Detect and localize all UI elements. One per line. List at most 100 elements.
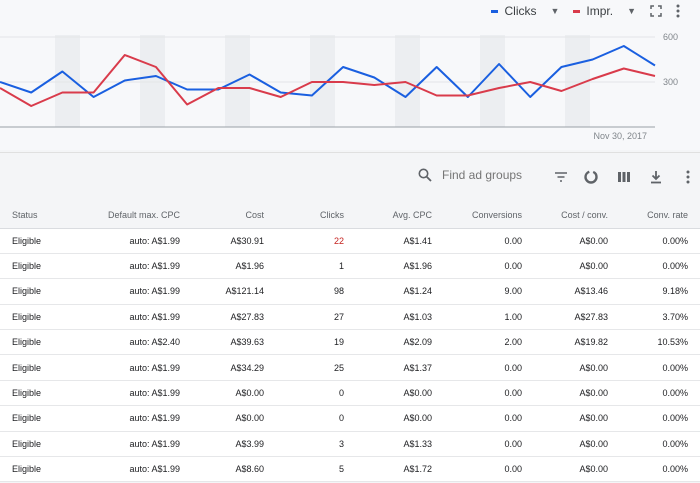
cost-per-conv-cell: A$0.00 [534, 431, 620, 458]
y-tick-label: 300 [663, 77, 678, 87]
table-row[interactable]: Eligible auto: A$2.40 A$39.63 19 A$2.09 … [0, 329, 700, 356]
more-icon[interactable] [677, 166, 699, 188]
table-row[interactable]: Eligible auto: A$1.99 A$27.83 27 A$1.03 … [0, 304, 700, 331]
status-cell: Eligible [0, 329, 96, 356]
conv-rate-cell: 0.00% [620, 253, 700, 280]
search-box[interactable] [418, 168, 552, 182]
cost-cell: A$121.14 [192, 278, 276, 305]
line-chart-svg: 600 300 Nov 30, 2017 [0, 32, 678, 141]
impressions-swatch [573, 9, 581, 13]
avg-cpc-cell: A$1.33 [364, 431, 444, 458]
clicks-cell: 98 [276, 278, 364, 305]
clicks-metric-label: Clicks [504, 4, 537, 18]
max-cpc-cell[interactable]: auto: A$1.99 [96, 380, 192, 407]
cost-cell: A$34.29 [192, 354, 276, 381]
more-vert-icon[interactable] [676, 4, 680, 18]
avg-cpc-cell: A$0.00 [364, 405, 444, 432]
status-cell: Eligible [0, 456, 96, 483]
clicks-cell: 0 [276, 405, 364, 432]
segment-icon[interactable] [580, 166, 602, 188]
avg-cpc-cell: A$1.96 [364, 253, 444, 280]
conv-rate-cell: 0.00% [620, 380, 700, 407]
cost-per-conv-cell: A$0.00 [534, 405, 620, 432]
avg-cpc-cell: A$2.09 [364, 329, 444, 356]
chevron-down-icon[interactable]: ▼ [550, 6, 559, 16]
max-cpc-cell[interactable]: auto: A$2.40 [96, 329, 192, 356]
columns-icon[interactable] [613, 166, 635, 188]
avg-cpc-cell: A$1.24 [364, 278, 444, 305]
avg-cpc-cell: A$0.00 [364, 380, 444, 407]
metric-selector-impressions[interactable]: Impr. ▼ [573, 4, 636, 18]
column-header-avg-cpc[interactable]: Avg. CPC [364, 202, 444, 229]
max-cpc-cell[interactable]: auto: A$1.99 [96, 405, 192, 432]
avg-cpc-cell: A$1.41 [364, 228, 444, 254]
cost-per-conv-cell: A$0.00 [534, 380, 620, 407]
weekend-band [140, 35, 165, 127]
status-cell: Eligible [0, 304, 96, 331]
conv-rate-cell: 0.00% [620, 405, 700, 432]
max-cpc-cell[interactable]: auto: A$1.99 [96, 278, 192, 305]
column-header-status[interactable]: Status [0, 202, 96, 229]
conversions-cell: 0.00 [444, 431, 534, 458]
column-header-cost-per-conv[interactable]: Cost / conv. [534, 202, 620, 229]
search-input[interactable] [442, 168, 552, 182]
table-row[interactable]: Eligible auto: A$1.99 A$34.29 25 A$1.37 … [0, 354, 700, 381]
chevron-down-icon[interactable]: ▼ [627, 6, 636, 16]
table-row[interactable]: Eligible auto: A$1.99 A$0.00 0 A$0.00 0.… [0, 380, 700, 407]
conversions-cell: 9.00 [444, 278, 534, 305]
max-cpc-cell[interactable]: auto: A$1.99 [96, 431, 192, 458]
fullscreen-icon[interactable] [650, 5, 662, 17]
cost-per-conv-cell: A$0.00 [534, 253, 620, 280]
conv-rate-cell: 3.70% [620, 304, 700, 331]
cost-cell: A$0.00 [192, 380, 276, 407]
table-row[interactable]: Eligible auto: A$1.99 A$1.96 1 A$1.96 0.… [0, 253, 700, 280]
max-cpc-cell[interactable]: auto: A$1.99 [96, 304, 192, 331]
weekend-band [55, 35, 80, 127]
conversions-cell: 1.00 [444, 304, 534, 331]
download-icon[interactable] [645, 166, 667, 188]
column-header-conversions[interactable]: Conversions [444, 202, 534, 229]
conversions-cell: 0.00 [444, 354, 534, 381]
cost-cell: A$1.96 [192, 253, 276, 280]
table-row[interactable]: Eligible auto: A$1.99 A$8.60 5 A$1.72 0.… [0, 456, 700, 483]
divider [0, 152, 700, 153]
cost-cell: A$27.83 [192, 304, 276, 331]
column-header-conv-rate[interactable]: Conv. rate [620, 202, 700, 229]
table-row[interactable]: Eligible auto: A$1.99 A$30.91 22 A$1.41 … [0, 228, 700, 254]
table-row[interactable]: Eligible auto: A$1.99 A$0.00 0 A$0.00 0.… [0, 405, 700, 432]
x-end-date-label: Nov 30, 2017 [593, 131, 647, 141]
conv-rate-cell: 10.53% [620, 329, 700, 356]
cost-cell: A$3.99 [192, 431, 276, 458]
cost-per-conv-cell: A$27.83 [534, 304, 620, 331]
clicks-cell: 19 [276, 329, 364, 356]
column-header-default-max-cpc[interactable]: Default max. CPC [96, 202, 192, 229]
weekend-band [395, 35, 420, 127]
ad-groups-table: Status Default max. CPC Cost Clicks Avg.… [0, 202, 700, 483]
clicks-cell: 25 [276, 354, 364, 381]
table-header-row: Status Default max. CPC Cost Clicks Avg.… [0, 202, 700, 229]
max-cpc-cell[interactable]: auto: A$1.99 [96, 228, 192, 254]
clicks-cell: 27 [276, 304, 364, 331]
filter-icon[interactable] [550, 166, 572, 188]
conv-rate-cell: 0.00% [620, 456, 700, 483]
max-cpc-cell[interactable]: auto: A$1.99 [96, 456, 192, 483]
conversions-cell: 0.00 [444, 253, 534, 280]
status-cell: Eligible [0, 405, 96, 432]
clicks-cell: 5 [276, 456, 364, 483]
cost-per-conv-cell: A$13.46 [534, 278, 620, 305]
table-toolbar [0, 160, 700, 196]
cost-per-conv-cell: A$0.00 [534, 228, 620, 254]
column-header-cost[interactable]: Cost [192, 202, 276, 229]
status-cell: Eligible [0, 380, 96, 407]
table-row[interactable]: Eligible auto: A$1.99 A$3.99 3 A$1.33 0.… [0, 431, 700, 458]
table-row[interactable]: Eligible auto: A$1.99 A$121.14 98 A$1.24… [0, 278, 700, 305]
column-header-clicks[interactable]: Clicks [276, 202, 364, 229]
max-cpc-cell[interactable]: auto: A$1.99 [96, 253, 192, 280]
status-cell: Eligible [0, 278, 96, 305]
status-cell: Eligible [0, 228, 96, 254]
metric-selector-clicks[interactable]: Clicks ▼ [491, 4, 559, 18]
conversions-cell: 0.00 [444, 456, 534, 483]
max-cpc-cell[interactable]: auto: A$1.99 [96, 354, 192, 381]
cost-cell: A$30.91 [192, 228, 276, 254]
search-icon [418, 168, 432, 182]
